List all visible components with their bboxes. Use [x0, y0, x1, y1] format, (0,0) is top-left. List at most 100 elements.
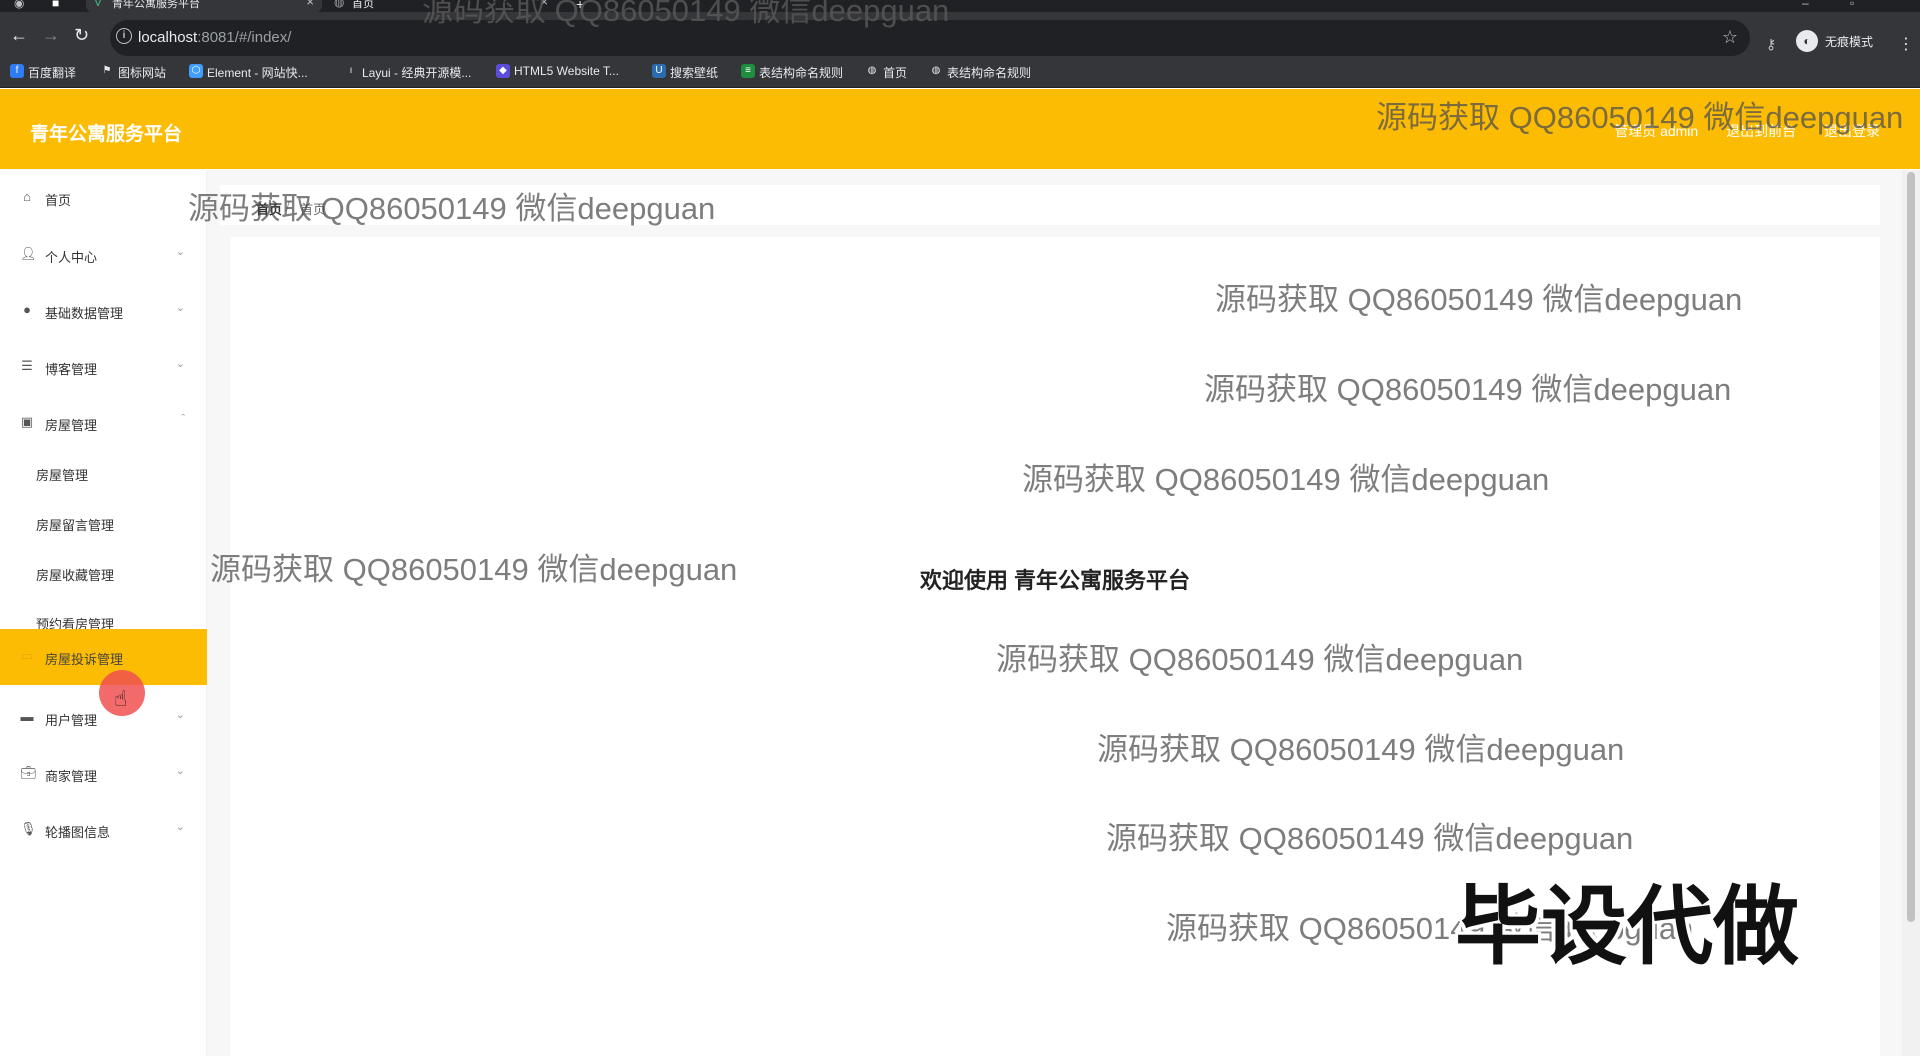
- sidebar-item-basic-data[interactable]: ● 基础数据管理 ⌄: [0, 291, 207, 331]
- sidebar-item-label: 房屋投诉管理: [45, 652, 124, 667]
- sidebar-item-label: 博客管理: [45, 362, 98, 377]
- sidebar-item-home[interactable]: ⌂ 首页: [0, 178, 207, 218]
- wallpaper-icon: U: [652, 64, 666, 78]
- list-icon: ☰: [21, 358, 33, 373]
- sidebar-item-label: 个人中心: [45, 250, 98, 265]
- flag-icon: ⚑: [102, 65, 112, 76]
- tab-app-label: 青年公寓服务平台: [112, 0, 200, 10]
- bookmarks-bar: f 百度翻译 ⚑ 图标网站 ⬡ Element - 网站快... ı Layui - 经…: [0, 56, 1920, 88]
- chevron-down-icon: ⌄: [175, 765, 185, 777]
- browser-tab-strip: ◉ ■ V 青年公寓服务平台 × ◍ 首页 × + – ▫: [0, 0, 1920, 12]
- watermark-text: 源码获取 QQ86050149 微信deepguan: [1097, 732, 1625, 767]
- sheet-icon: ≡: [741, 64, 755, 78]
- minimize-icon[interactable]: –: [1802, 0, 1809, 10]
- forward-arrow-icon[interactable]: →: [42, 26, 60, 44]
- globe-icon: ◍: [334, 0, 345, 9]
- bookmark-item[interactable]: ≡ 表结构命名规则: [741, 64, 843, 81]
- bookmark-item[interactable]: ı Layui - 经典开源模...: [344, 64, 472, 81]
- sidebar-subitem-label: 房屋收藏管理: [36, 568, 115, 583]
- bookmark-label: Element - 网站快...: [207, 66, 308, 80]
- more-menu-icon[interactable]: ⋮: [1898, 34, 1914, 54]
- translate-icon: f: [10, 64, 24, 78]
- globe-icon: ◍: [867, 65, 877, 76]
- globe-icon: ◍: [931, 65, 941, 76]
- app-title: 青年公寓服务平台: [30, 124, 183, 145]
- sidebar-item-house[interactable]: ▣ 房屋管理 ˆ: [0, 403, 207, 443]
- sidebar-subitem-house[interactable]: 房屋管理: [0, 455, 207, 491]
- bookmark-star-icon[interactable]: ☆: [1722, 27, 1738, 48]
- url-text[interactable]: localhost:8081/#/index/: [138, 29, 291, 46]
- sidebar-item-label: 首页: [45, 193, 72, 208]
- user-icon: 👤︎: [20, 246, 37, 261]
- chevron-down-icon: ⌄: [175, 358, 185, 370]
- users-icon: ▬: [20, 709, 34, 724]
- watermark-text: 源码获取 QQ86050149 微信deepguan: [422, 0, 950, 28]
- tab-app[interactable]: V 青年公寓服务平台 ×: [86, 0, 322, 12]
- hand-pointer-icon: ☝: [114, 686, 128, 711]
- watermark-text: 源码获取 QQ86050149 微信deepguan: [1215, 282, 1743, 317]
- browser-menu-icon[interactable]: ◉: [14, 0, 24, 10]
- sidebar-item-label: 基础数据管理: [45, 306, 124, 321]
- sidebar-item-complaint[interactable]: ▭ 房屋投诉管理: [0, 629, 207, 685]
- leaf-icon: ●: [23, 302, 31, 317]
- sidebar-item-carousel[interactable]: 🎙︎ 轮播图信息 ⌄: [0, 810, 207, 850]
- bookmark-item[interactable]: ◆ HTML5 Website T...: [496, 64, 619, 78]
- layui-icon: ı: [349, 65, 353, 76]
- watermark-text: 源码获取 QQ86050149 微信deepguan: [210, 552, 738, 587]
- sidebar-subitem-label: 房屋管理: [36, 468, 89, 483]
- close-icon[interactable]: ×: [306, 0, 314, 8]
- url-host: localhost: [138, 29, 198, 46]
- sidebar-subitem-house-message[interactable]: 房屋留言管理: [0, 505, 207, 541]
- back-arrow-icon[interactable]: ←: [10, 26, 28, 44]
- bookmark-item[interactable]: ◍ 首页: [865, 64, 907, 81]
- bookmark-label: 百度翻译: [28, 66, 77, 80]
- sidebar-item-label: 用户管理: [45, 713, 98, 728]
- watermark-text: 源码获取 QQ86050149 微信deepguan: [1376, 100, 1904, 135]
- watermark-text: 源码获取 QQ86050149 微信deepguan: [1204, 372, 1732, 407]
- reload-icon[interactable]: ↻: [74, 26, 89, 44]
- bookmark-label: HTML5 Website T...: [514, 64, 619, 78]
- info-icon[interactable]: i: [116, 28, 132, 44]
- chevron-down-icon: ⌄: [175, 246, 185, 258]
- sidebar-item-label: 房屋管理: [45, 418, 98, 433]
- bookmark-item[interactable]: U 搜索壁纸: [652, 64, 718, 81]
- chevron-down-icon: ⌄: [175, 709, 185, 721]
- bookmark-item[interactable]: ⬡ Element - 网站快...: [189, 64, 308, 81]
- bookmark-label: Layui - 经典开源模...: [362, 66, 472, 80]
- chevron-down-icon: ⌄: [175, 821, 185, 833]
- home-icon: ⌂: [23, 189, 31, 204]
- complaint-icon: ▭: [20, 648, 34, 663]
- bookmark-label: 图标网站: [118, 66, 167, 80]
- watermark-text: 源码获取 QQ86050149 微信deepguan: [996, 642, 1524, 677]
- sidebar-subitem-house-favorite[interactable]: 房屋收藏管理: [0, 555, 207, 591]
- watermark-text: 源码获取 QQ86050149 微信deepguan: [1022, 462, 1550, 497]
- bookmark-item[interactable]: f 百度翻译: [10, 64, 76, 81]
- sidebar-item-blog[interactable]: ☰ 博客管理 ⌄: [0, 347, 207, 387]
- scrollbar-thumb[interactable]: [1907, 172, 1915, 922]
- url-path: :8081/#/index/: [197, 29, 292, 46]
- incognito-icon: ◐: [1796, 30, 1818, 52]
- bookmark-label: 搜索壁纸: [670, 66, 719, 80]
- incognito-label: 无痕模式: [1825, 35, 1874, 49]
- stamp-text: 毕设代做: [1455, 879, 1799, 975]
- page-scrollbar[interactable]: [1902, 170, 1920, 1056]
- maximize-icon[interactable]: ▫: [1850, 0, 1854, 10]
- bookmark-item[interactable]: ◍ 表结构命名规则: [929, 64, 1031, 81]
- shield-icon: ◆: [496, 64, 510, 78]
- sidebar-item-profile[interactable]: 👤︎ 个人中心 ⌄: [0, 235, 207, 275]
- watermark-text: 源码获取 QQ86050149 微信deepguan: [1106, 821, 1634, 856]
- key-icon[interactable]: ⚷: [1766, 36, 1776, 53]
- chevron-down-icon: ⌄: [175, 302, 185, 314]
- tab-search-icon[interactable]: ■: [52, 0, 59, 10]
- element-icon: ⬡: [189, 64, 203, 78]
- briefcase-icon: 💼︎: [20, 765, 37, 780]
- bookmark-item[interactable]: ⚑ 图标网站: [100, 64, 167, 81]
- bookmark-label: 表结构命名规则: [947, 66, 1032, 80]
- bookmark-label: 首页: [883, 66, 908, 80]
- watermark-text: 源码获取 QQ86050149 微信deepguan: [188, 191, 716, 226]
- sidebar-item-merchant[interactable]: 💼︎ 商家管理 ⌄: [0, 754, 207, 794]
- vue-icon: V: [94, 0, 103, 9]
- tab-home-label: 首页: [352, 0, 374, 10]
- sidebar: ⌂ 首页 👤︎ 个人中心 ⌄ ● 基础数据管理 ⌄ ☰ 博客管理 ⌄ ▣ 房屋管…: [0, 170, 207, 1056]
- mic-icon: 🎙︎: [20, 821, 37, 836]
